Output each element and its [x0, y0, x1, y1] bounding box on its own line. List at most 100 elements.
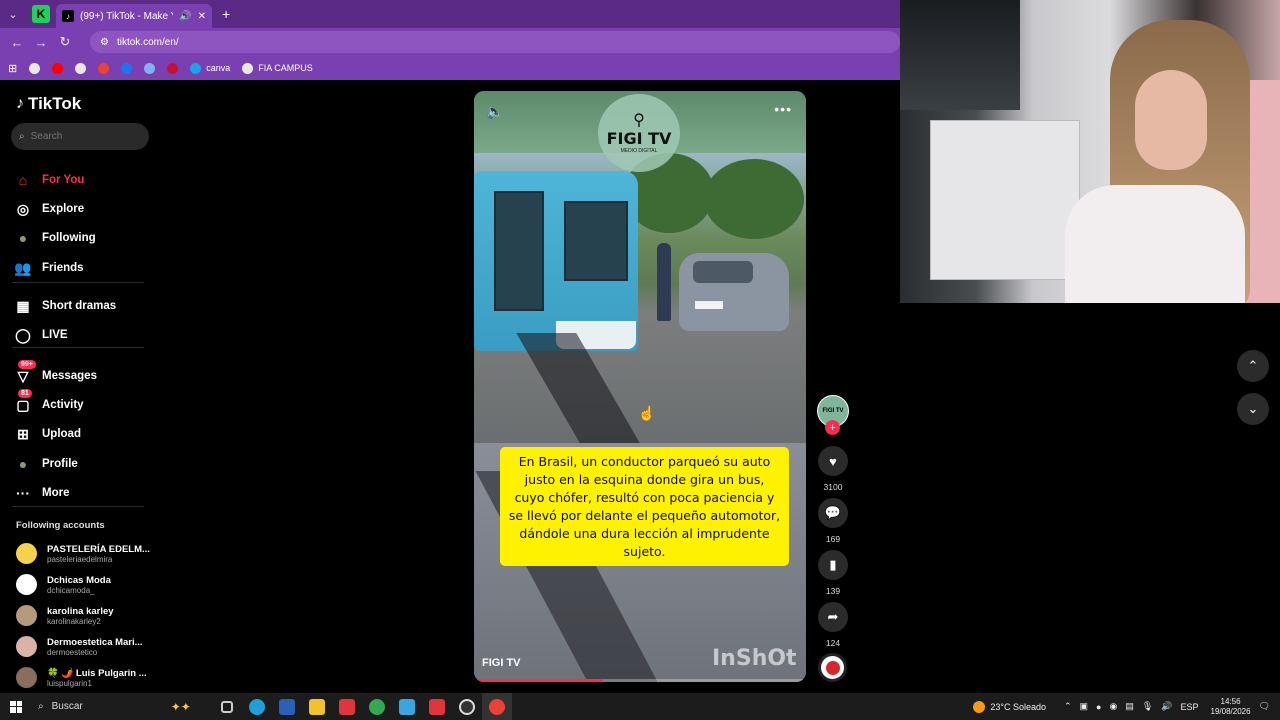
follow-plus-icon[interactable]: + [825, 420, 840, 435]
tray-app-icon[interactable]: ▣ [1080, 701, 1089, 712]
sidebar-item-live[interactable]: ◯ LIVE [14, 326, 67, 344]
bus-windshield [564, 201, 628, 281]
browser-addressbar: ← → ↻ ⚙ tiktok.com/en/ [0, 28, 900, 56]
webcam-overlay [900, 0, 1280, 303]
bookmark-item[interactable] [75, 62, 87, 74]
tray-chevron-icon[interactable]: ⌃ [1064, 701, 1072, 712]
file-explorer-icon[interactable] [302, 693, 332, 720]
video-progress-bar[interactable] [474, 679, 806, 682]
following-account[interactable]: PASTELERÍA EDELM... pasteleriaedelmira [16, 543, 150, 564]
account-text: 🍀 🌶️ Luis Pulgarin ... luispulgarin1 [47, 668, 147, 688]
taskbar-search[interactable]: ⌕ Buscar ✦✦ [32, 693, 212, 720]
apps-grid-icon[interactable]: ⊞ [8, 62, 17, 75]
search-box[interactable]: ⌕ [11, 123, 149, 150]
webcam-window-bg [900, 0, 1020, 110]
share-button[interactable]: ➦ 124 [817, 602, 849, 648]
following-account[interactable]: karolina karley karolinakarley2 [16, 605, 114, 626]
language-indicator[interactable]: ESP [1181, 702, 1199, 712]
more-options-icon[interactable]: ••• [774, 101, 792, 117]
bookmark-favicon-icon [29, 62, 41, 74]
bookmark-item[interactable]: canva [190, 62, 231, 74]
sidebar-item-upload[interactable]: ⊞ Upload [14, 425, 81, 443]
following-account[interactable]: Dchicas Moda dchicamoda_ [16, 574, 111, 595]
volume-icon[interactable]: 🔈 [486, 103, 503, 120]
sidebar-item-explore[interactable]: ◎ Explore [14, 200, 84, 218]
recorder-icon[interactable] [332, 693, 362, 720]
word-icon[interactable] [272, 693, 302, 720]
start-button[interactable] [0, 693, 32, 720]
bookmark-item[interactable] [98, 62, 110, 74]
tray-app-icon[interactable]: ● [1096, 702, 1101, 712]
sidebar-item-short-dramas[interactable]: ▦ Short dramas [14, 297, 116, 315]
wps-icon[interactable] [422, 693, 452, 720]
sidebar-item-friends[interactable]: 👥 Friends [14, 259, 83, 277]
bookmark-item[interactable]: FIA CAMPUS [242, 62, 313, 74]
previous-video-button[interactable]: ⌃ [1237, 350, 1269, 382]
microphone-icon[interactable]: 🎙 [1142, 701, 1153, 712]
sidebar-item-messages[interactable]: ▽ 99+ Messages [14, 360, 97, 385]
tab-search-icon[interactable]: ⌄ [0, 0, 26, 28]
bookmark-item[interactable] [144, 62, 156, 74]
webcam-dresser [930, 120, 1080, 280]
new-tab-icon[interactable]: + [222, 6, 230, 22]
search-icon: ⌕ [19, 131, 25, 142]
tiktok-logo[interactable]: ♪ TikTok [16, 94, 81, 114]
video-author[interactable]: FIGI TV [482, 657, 521, 669]
next-video-button[interactable]: ⌄ [1237, 393, 1269, 425]
following-accounts-title: Following accounts [16, 520, 105, 531]
following-account[interactable]: Dermoestetica Mari... dermoestetico [16, 636, 143, 657]
avatar [16, 574, 37, 595]
live-icon: ◯ [15, 326, 31, 343]
sidebar-item-for-you[interactable]: ⌂ For You [14, 171, 85, 189]
windows-icon [10, 700, 22, 713]
chrome-icon[interactable] [362, 693, 392, 720]
bookmark-label: canva [206, 63, 231, 73]
bookmark-item[interactable] [29, 62, 41, 74]
like-button[interactable]: ♥ 3100 [817, 446, 849, 492]
account-text: karolina karley karolinakarley2 [47, 606, 114, 626]
bus [474, 171, 638, 351]
save-button[interactable]: ▮ 139 [817, 550, 849, 596]
following-account[interactable]: 🍀 🌶️ Luis Pulgarin ... luispulgarin1 [16, 667, 147, 688]
url-field[interactable]: ⚙ tiktok.com/en/ [90, 31, 900, 53]
search-input[interactable] [30, 131, 131, 142]
clock[interactable]: 14:56 19/08/2026 [1211, 697, 1251, 717]
site-info-icon[interactable]: ⚙ [100, 37, 109, 48]
music-disc[interactable] [818, 653, 847, 682]
tray-app-icon[interactable]: ◉ [1109, 701, 1117, 712]
edge-icon[interactable] [242, 693, 272, 720]
url-text: tiktok.com/en/ [116, 36, 179, 48]
chrome-active-icon[interactable] [482, 693, 512, 720]
forward-icon[interactable]: → [34, 35, 48, 50]
sidebar-item-more[interactable]: ··· More [14, 484, 69, 502]
tab-close-icon[interactable]: ✕ [198, 11, 206, 22]
bookmark-item[interactable] [52, 62, 64, 74]
app-f-icon[interactable] [392, 693, 422, 720]
notifications-icon[interactable]: 🗨 [1259, 701, 1270, 712]
sidebar-item-label: Following [42, 232, 96, 244]
following-avatar-icon: ● [18, 230, 28, 246]
video-player[interactable]: ⚲ FIGI TV MEDIO DIGITAL 🔈 ••• En Brasil,… [474, 91, 806, 682]
pinned-tab-k-icon[interactable]: K [32, 5, 50, 23]
browser-tab-tiktok[interactable]: ♪ (99+) TikTok - Make Your Da 🔊 ✕ [56, 4, 212, 28]
obs-icon[interactable] [452, 693, 482, 720]
avatar [16, 543, 37, 564]
sidebar-item-label: Upload [42, 428, 81, 440]
channel-logo: ⚲ FIGI TV MEDIO DIGITAL [598, 94, 680, 172]
sidebar-item-profile[interactable]: ● Profile [14, 455, 78, 473]
bookmark-favicon-icon [121, 62, 133, 74]
comment-button[interactable]: 💬 169 [817, 498, 849, 544]
volume-icon[interactable]: 🔊 [1161, 701, 1172, 712]
bookmark-item[interactable] [121, 62, 133, 74]
notification-badge: 99+ [18, 360, 36, 369]
reload-icon[interactable]: ↻ [58, 34, 72, 50]
task-view-icon[interactable] [212, 693, 242, 720]
back-icon[interactable]: ← [10, 35, 24, 50]
sidebar-item-activity[interactable]: ▢ 81 Activity [14, 389, 84, 414]
tray-app-icon[interactable]: ▤ [1125, 701, 1134, 712]
bookmark-item[interactable] [167, 62, 179, 74]
video-progress-fill [474, 679, 604, 682]
tab-audio-icon[interactable]: 🔊 [179, 11, 191, 22]
sidebar-item-following[interactable]: ● Following [14, 229, 96, 247]
weather-widget[interactable]: 23°C Soleado [973, 700, 1046, 713]
